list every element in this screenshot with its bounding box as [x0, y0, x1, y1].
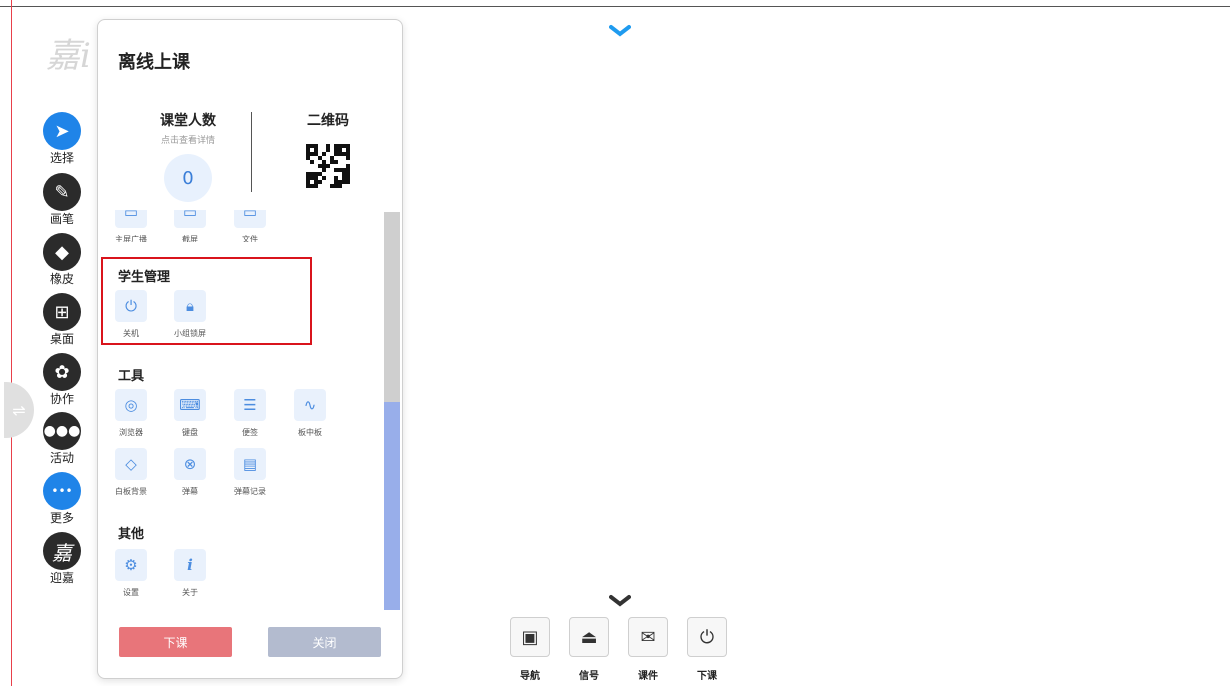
divider — [251, 112, 252, 192]
screen: 嘉i ➤ 选择 ✎ 画笔 ◆ 橡皮 ⊞ 桌面 ✿ 协作 ●●● 活动 ••• 更… — [0, 0, 1230, 686]
tool-label: 活动 — [49, 451, 74, 465]
qr-title: 二维码 — [307, 113, 349, 129]
bottom-signal-button[interactable]: ⏏ 信号 — [567, 617, 611, 682]
chevron-down-icon[interactable] — [609, 594, 631, 608]
people-icon: ●●● — [43, 412, 81, 450]
tool-label: 更多 — [49, 511, 74, 525]
class-count-value[interactable]: 0 — [164, 154, 212, 202]
tool-yingjia[interactable]: 嘉 迎嘉 — [42, 532, 82, 585]
tool-collaborate[interactable]: ✿ 协作 — [42, 353, 82, 406]
qr-code-image — [306, 144, 350, 188]
bottom-nav-button[interactable]: ▣ 导航 — [508, 617, 552, 682]
file-item[interactable]: ▭ 文件 — [232, 210, 268, 242]
eraser-icon: ◆ — [43, 233, 81, 271]
item-caption: 关于 — [182, 588, 198, 597]
chevron-down-icon[interactable] — [609, 24, 631, 38]
more-icon: ••• — [43, 472, 81, 510]
browser-item[interactable]: ◎ 浏览器 — [113, 389, 149, 438]
logo-icon: 嘉 — [43, 532, 81, 570]
danmaku-icon: ⊗ — [174, 448, 206, 480]
background-logo: 嘉i — [46, 36, 91, 76]
item-caption: 板中板 — [298, 428, 322, 437]
bottom-label: 导航 — [520, 671, 540, 682]
windows-icon: ⊞ — [43, 293, 81, 331]
item-caption: 文件 — [242, 235, 258, 242]
item-caption: 弹幕 — [182, 487, 198, 496]
board-icon: ∿ — [294, 389, 326, 421]
item-caption: 主屏广播 — [115, 235, 147, 242]
board-in-board-item[interactable]: ∿ 板中板 — [292, 389, 328, 438]
screen-broadcast-item[interactable]: ▭ 主屏广播 — [113, 210, 149, 242]
scrollbar-thumb[interactable] — [384, 402, 400, 610]
item-caption: 键盘 — [182, 428, 198, 437]
qr-section: 二维码 — [288, 110, 368, 188]
record-icon: ▤ — [234, 448, 266, 480]
sidebar-toggle-handle[interactable]: ⇌ — [4, 382, 34, 438]
keyboard-item[interactable]: ⌨ 键盘 — [172, 389, 208, 438]
item-caption: 便签 — [242, 428, 258, 437]
sticky-note-item[interactable]: ☰ 便签 — [232, 389, 268, 438]
power-icon: ⏻ — [687, 617, 727, 657]
tool-more[interactable]: ••• 更多 — [42, 472, 82, 525]
bottom-label: 下课 — [697, 671, 717, 682]
gear-icon: ⚙ — [115, 549, 147, 581]
highlight-box — [101, 257, 312, 345]
cursor-icon: ➤ — [43, 112, 81, 150]
grid-icon: ▣ — [510, 617, 550, 657]
collaboration-icon: ✿ — [43, 353, 81, 391]
class-count-subtitle: 点击查看详情 — [160, 136, 215, 146]
close-button[interactable]: 关闭 — [268, 627, 381, 657]
section-tools: 工具 — [118, 369, 145, 384]
class-count-title: 课堂人数 — [160, 113, 216, 129]
signal-icon: ⏏ — [569, 617, 609, 657]
partial-row-clip: ▭ 主屏广播 ▭ 截屏 ▭ 文件 — [98, 210, 382, 242]
tool-label: 迎嘉 — [49, 571, 74, 585]
item-caption: 设置 — [123, 588, 139, 597]
bottom-courseware-button[interactable]: ✉ 课件 — [626, 617, 670, 682]
tool-eraser[interactable]: ◆ 橡皮 — [42, 233, 82, 286]
item-caption: 白板背景 — [115, 487, 147, 496]
section-other: 其他 — [118, 527, 145, 542]
tool-label: 画笔 — [49, 212, 74, 226]
tool-label: 协作 — [49, 392, 74, 406]
screenshot-item[interactable]: ▭ 截屏 — [172, 210, 208, 242]
globe-icon: ◎ — [115, 389, 147, 421]
tool-activity[interactable]: ●●● 活动 — [42, 412, 82, 465]
item-caption: 截屏 — [182, 235, 198, 242]
tool-pen[interactable]: ✎ 画笔 — [42, 173, 82, 226]
item-caption: 浏览器 — [119, 428, 143, 437]
info-icon: i — [174, 549, 206, 581]
offline-class-panel: 离线上课 课堂人数 点击查看详情 0 二维码 ▭ 主屏广播 ▭ 截屏 ▭ 文件 … — [97, 19, 403, 679]
bottom-label: 信号 — [579, 671, 599, 682]
end-class-button[interactable]: 下课 — [119, 627, 232, 657]
broadcast-icon: ▭ — [115, 210, 147, 228]
bottom-label: 课件 — [638, 671, 658, 682]
whiteboard-bg-item[interactable]: ◇ 白板背景 — [113, 448, 149, 497]
file-icon: ▭ — [234, 210, 266, 228]
danmaku-record-item[interactable]: ▤ 弹幕记录 — [232, 448, 268, 497]
tool-label: 选择 — [49, 151, 74, 165]
tool-label: 橡皮 — [49, 272, 74, 286]
bottom-end-class-button[interactable]: ⏻ 下课 — [685, 617, 729, 682]
screenshot-icon: ▭ — [174, 210, 206, 228]
note-icon: ☰ — [234, 389, 266, 421]
tool-desktop[interactable]: ⊞ 桌面 — [42, 293, 82, 346]
tool-select[interactable]: ➤ 选择 — [42, 112, 82, 165]
courseware-icon: ✉ — [628, 617, 668, 657]
top-border — [0, 6, 1230, 7]
danmaku-item[interactable]: ⊗ 弹幕 — [172, 448, 208, 497]
panel-title: 离线上课 — [118, 52, 190, 73]
swap-arrows-icon: ⇌ — [12, 400, 26, 420]
about-item[interactable]: i 关于 — [172, 549, 208, 598]
tool-label: 桌面 — [49, 332, 74, 346]
paint-bucket-icon: ◇ — [115, 448, 147, 480]
class-count[interactable]: 课堂人数 点击查看详情 0 — [138, 110, 238, 202]
settings-item[interactable]: ⚙ 设置 — [113, 549, 149, 598]
item-caption: 弹幕记录 — [234, 487, 266, 496]
keyboard-icon: ⌨ — [174, 389, 206, 421]
pen-icon: ✎ — [43, 173, 81, 211]
left-border — [11, 0, 12, 686]
